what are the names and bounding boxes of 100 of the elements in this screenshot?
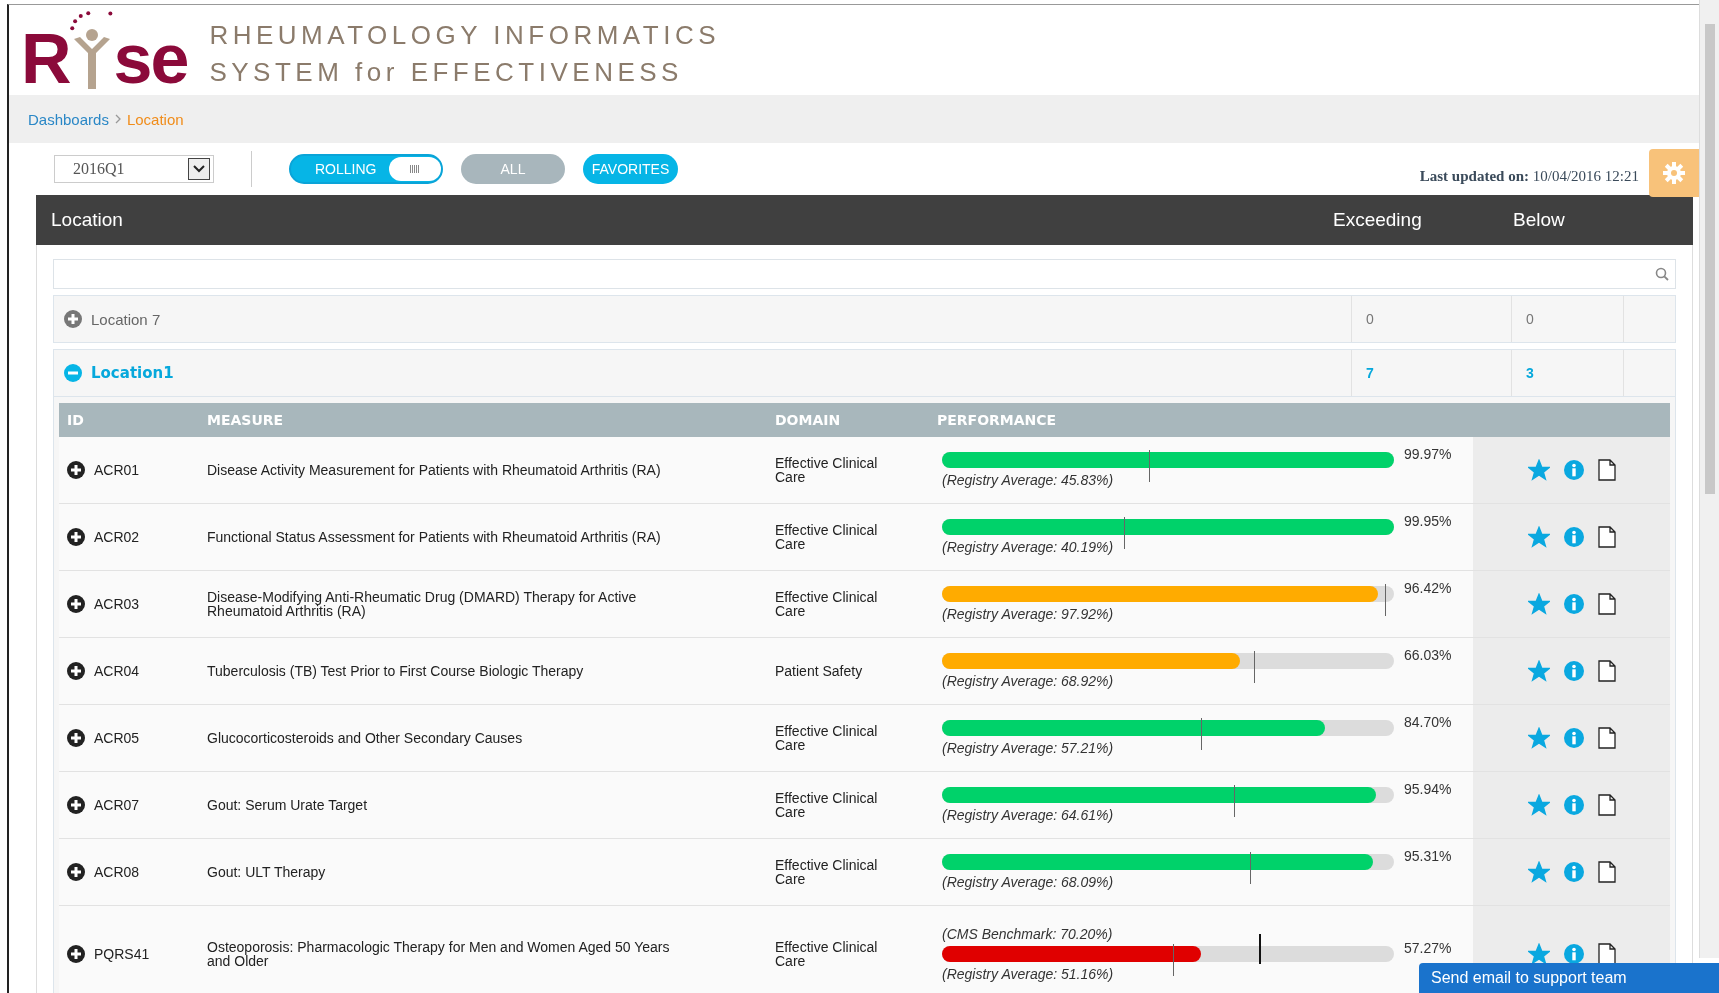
grip-icon xyxy=(410,165,420,173)
rolling-toggle[interactable]: ROLLING xyxy=(289,154,443,184)
location-name: Location1 xyxy=(91,364,174,382)
collapse-icon[interactable] xyxy=(64,364,82,382)
domain-text: Effective Clinical Care xyxy=(775,791,879,819)
location-row[interactable]: Location 7 0 0 xyxy=(53,295,1676,343)
document-icon[interactable] xyxy=(1597,660,1616,682)
app-title: RHEUMATOLOGY INFORMATICS xyxy=(209,20,720,51)
measure-name: Disease-Modifying Anti-Rheumatic Drug (DMARD) Therapy for Active Rheumatoid Arthritis (RA) xyxy=(207,590,638,618)
document-icon[interactable] xyxy=(1597,526,1616,548)
column-header: ID xyxy=(66,412,85,428)
below-count: 3 xyxy=(1511,350,1623,396)
favorite-star-icon[interactable] xyxy=(1527,660,1550,682)
period-select[interactable]: 2016Q1 xyxy=(54,155,214,183)
performance-percent: 84.70% xyxy=(1404,714,1452,730)
registry-average: (Registry Average: 45.83%) xyxy=(942,472,1114,488)
performance-percent: 99.95% xyxy=(1404,513,1452,529)
favorite-star-icon[interactable] xyxy=(1527,526,1550,548)
logo-text: R xyxy=(21,28,70,91)
expand-icon[interactable] xyxy=(67,945,85,963)
favorite-star-icon[interactable] xyxy=(1527,794,1550,816)
performance-percent: 95.31% xyxy=(1404,848,1452,864)
measure-name: Disease Activity Measurement for Patients with Rheumatoid Arthritis (RA) xyxy=(207,463,662,477)
registry-average: (Registry Average: 68.09%) xyxy=(942,874,1114,890)
column-header: Below xyxy=(1513,209,1566,231)
domain-text: Effective Clinical Care xyxy=(775,523,879,551)
favorite-star-icon[interactable] xyxy=(1527,943,1550,965)
info-icon[interactable] xyxy=(1563,527,1584,547)
last-updated: Last updated on: 10/04/2016 12:21 xyxy=(1419,167,1639,185)
breadcrumb-link[interactable]: Dashboards xyxy=(28,110,109,128)
domain-text: Effective Clinical Care xyxy=(775,858,879,886)
info-icon[interactable] xyxy=(1563,460,1584,480)
favorite-star-icon[interactable] xyxy=(1527,459,1550,481)
person-figure-icon xyxy=(69,9,114,91)
info-icon[interactable] xyxy=(1563,862,1584,882)
measure-id: ACR08 xyxy=(94,864,140,880)
registry-average: (Registry Average: 68.92%) xyxy=(942,673,1114,689)
search-field[interactable] xyxy=(53,259,1676,289)
measure-id: ACR04 xyxy=(94,663,140,679)
measure-id: PQRS41 xyxy=(94,946,150,962)
domain-text: Patient Safety xyxy=(775,664,864,678)
favorite-star-icon[interactable] xyxy=(1527,727,1550,749)
filter-button[interactable]: FAVORITES xyxy=(583,154,678,184)
domain-text: Effective Clinical Care xyxy=(775,456,879,484)
registry-average: (Registry Average: 51.16%) xyxy=(942,966,1114,982)
app-title: SYSTEM for EFFECTIVENESS xyxy=(209,57,684,88)
domain-text: Effective Clinical Care xyxy=(775,940,879,968)
location-row[interactable]: Location1 7 3 xyxy=(53,349,1676,397)
measure-name: Osteoporosis: Pharmacologic Therapy for Men and Women Aged 50 Years and Older xyxy=(207,940,671,968)
info-icon[interactable] xyxy=(1563,795,1584,815)
below-count: 0 xyxy=(1511,296,1623,342)
panel-title: Location xyxy=(50,209,124,231)
performance-percent: 99.97% xyxy=(1404,446,1452,462)
performance-percent: 57.27% xyxy=(1404,940,1452,956)
column-header: PERFORMANCE xyxy=(937,412,1058,428)
expand-icon[interactable] xyxy=(67,461,85,479)
performance-percent: 66.03% xyxy=(1404,647,1452,663)
measure-id: ACR02 xyxy=(94,529,140,545)
support-email-button[interactable]: Send email to support team xyxy=(1419,963,1719,993)
measure-id: ACR01 xyxy=(94,462,140,478)
exceeding-count: 0 xyxy=(1351,296,1511,342)
registry-average: (Registry Average: 40.19%) xyxy=(942,539,1114,555)
document-icon[interactable] xyxy=(1597,861,1616,883)
measure-name: Tuberculosis (TB) Test Prior to First Course Biologic Therapy xyxy=(207,664,585,678)
favorite-star-icon[interactable] xyxy=(1527,861,1550,883)
location-name: Location 7 xyxy=(91,310,161,328)
expand-icon[interactable] xyxy=(67,595,85,613)
column-header: Exceeding xyxy=(1333,209,1423,231)
expand-icon[interactable] xyxy=(67,729,85,747)
info-icon[interactable] xyxy=(1563,594,1584,614)
registry-average: (Registry Average: 97.92%) xyxy=(942,606,1114,622)
measure-name: Glucocorticosteroids and Other Secondary Causes xyxy=(207,731,524,745)
search-icon xyxy=(1655,267,1669,281)
performance-percent: 96.42% xyxy=(1404,580,1452,596)
exceeding-count: 7 xyxy=(1351,350,1511,396)
info-icon[interactable] xyxy=(1563,728,1584,748)
measure-name: Functional Status Assessment for Patients with Rheumatoid Arthritis (RA) xyxy=(207,530,662,544)
document-icon[interactable] xyxy=(1597,593,1616,615)
measure-id: ACR03 xyxy=(94,596,140,612)
measure-id: ACR07 xyxy=(94,797,140,813)
expand-icon[interactable] xyxy=(67,796,85,814)
info-icon[interactable] xyxy=(1563,944,1584,964)
measure-name: Gout: Serum Urate Target xyxy=(207,798,369,812)
document-icon[interactable] xyxy=(1597,727,1616,749)
chevron-down-icon xyxy=(193,165,205,173)
column-header: DOMAIN xyxy=(775,412,842,428)
expand-icon[interactable] xyxy=(67,662,85,680)
document-icon[interactable] xyxy=(1597,943,1616,965)
favorite-star-icon[interactable] xyxy=(1527,593,1550,615)
breadcrumb-link[interactable]: Location xyxy=(126,110,184,128)
info-icon[interactable] xyxy=(1563,661,1584,681)
document-icon[interactable] xyxy=(1597,794,1616,816)
measure-name: Gout: ULT Therapy xyxy=(207,865,327,879)
domain-text: Effective Clinical Care xyxy=(775,724,879,752)
document-icon[interactable] xyxy=(1597,459,1616,481)
expand-icon[interactable] xyxy=(67,528,85,546)
registry-average: (Registry Average: 57.21%) xyxy=(942,740,1114,756)
filter-button[interactable]: ALL xyxy=(461,154,565,184)
logo-text: se xyxy=(113,28,188,91)
expand-icon[interactable] xyxy=(67,863,85,881)
